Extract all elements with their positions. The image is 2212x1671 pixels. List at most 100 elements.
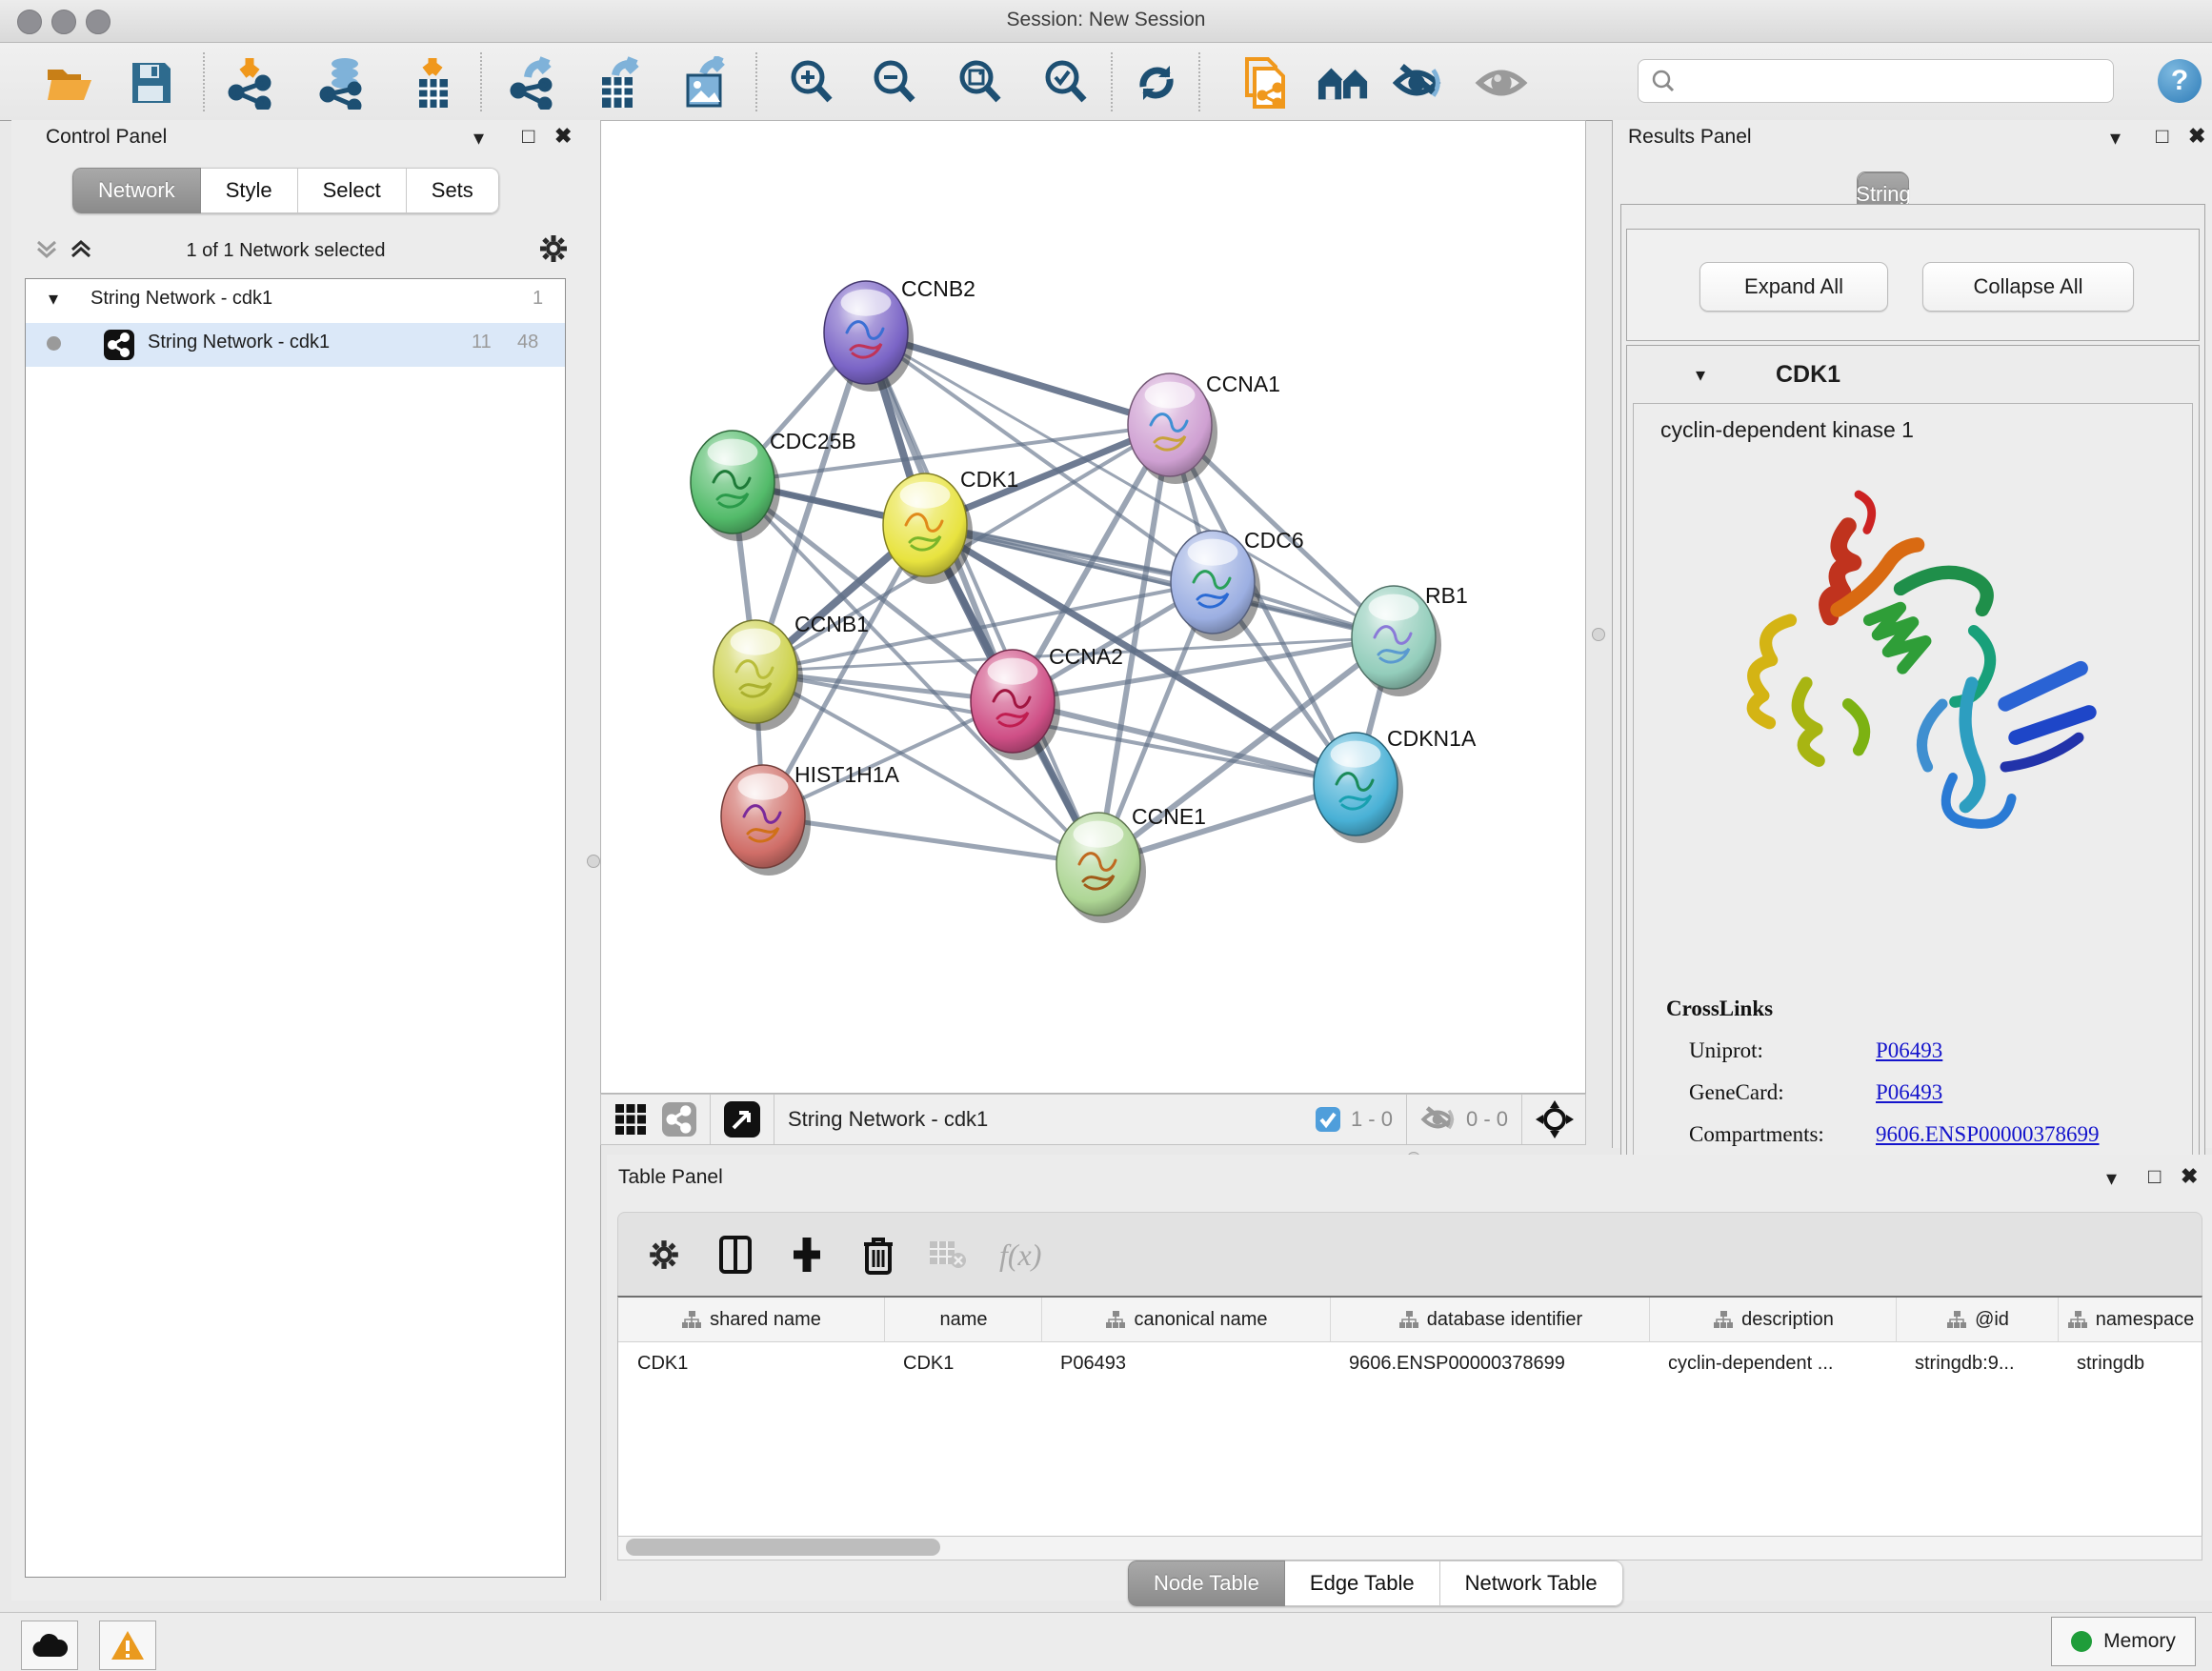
help-icon[interactable]: ? (2158, 59, 2202, 103)
save-session-icon[interactable] (124, 56, 177, 110)
hidden-eye-slash-icon[interactable] (1420, 1104, 1458, 1135)
collection-disclosure-icon[interactable]: ▾ (49, 287, 58, 311)
node-CCNB2[interactable]: CCNB2 (824, 276, 975, 392)
scrollbar-thumb[interactable] (626, 1539, 940, 1556)
show-all-icon[interactable] (1475, 56, 1528, 110)
table-cell[interactable]: stringdb:9... (1896, 1341, 2058, 1385)
network-graph[interactable]: CCNB2CCNA1CDC25BCDK1CDC6RB1CCNB1CCNA2CDK… (601, 121, 1585, 1093)
column-header-description[interactable]: description (1649, 1298, 1897, 1342)
open-session-icon[interactable] (44, 56, 97, 110)
add-column-icon[interactable] (790, 1236, 824, 1274)
edge-HIST1H1A-CCNE1[interactable] (763, 816, 1098, 864)
table-cell[interactable]: stringdb (2058, 1341, 2202, 1385)
tab-sets[interactable]: Sets (407, 168, 499, 213)
table-cell[interactable]: CDK1 (884, 1341, 1041, 1385)
column-header-namespace[interactable]: namespace (2058, 1298, 2202, 1342)
tab-network[interactable]: Network (72, 168, 201, 213)
node-CDC6[interactable]: CDC6 (1171, 528, 1304, 641)
node-label-CDC25B: CDC25B (770, 429, 856, 453)
delete-column-trash-icon[interactable] (862, 1235, 895, 1275)
panel-close-icon[interactable]: ✖ (2181, 1166, 2198, 1187)
node-label-RB1: RB1 (1425, 583, 1468, 608)
node-table[interactable]: shared namenamecanonical namedatabase id… (617, 1296, 2202, 1538)
crosslink-value-link[interactable]: P06493 (1876, 1080, 1942, 1105)
tab-style[interactable]: Style (201, 168, 298, 213)
delete-table-icon[interactable] (929, 1239, 967, 1270)
application-window: Session: New Session (0, 0, 2212, 1671)
network-options-gear-icon[interactable] (537, 232, 570, 265)
function-builder-button[interactable]: f(x) (999, 1238, 1041, 1273)
node-CCNE1[interactable]: CCNE1 (1056, 804, 1206, 923)
panel-float-icon[interactable]: □ (522, 126, 534, 147)
section-disclosure-icon[interactable]: ▾ (1696, 363, 1705, 387)
string-view-icon[interactable] (662, 1102, 696, 1137)
node-HIST1H1A[interactable]: HIST1H1A (721, 762, 900, 876)
search-input[interactable] (1677, 70, 2100, 93)
panel-collapse-icon[interactable]: ▾ (473, 128, 484, 149)
warning-status-button[interactable] (99, 1621, 156, 1670)
grid-view-icon[interactable] (614, 1103, 647, 1136)
memory-status-button[interactable]: Memory (2051, 1617, 2196, 1666)
node-RB1[interactable]: RB1 (1352, 583, 1468, 696)
export-image-icon[interactable] (678, 56, 732, 110)
column-header-database-identifier[interactable]: database identifier (1330, 1298, 1650, 1342)
export-table-icon[interactable] (593, 56, 646, 110)
zoom-in-icon[interactable] (785, 56, 838, 110)
tab-network-table[interactable]: Network Table (1440, 1560, 1623, 1606)
panel-close-icon[interactable]: ✖ (554, 126, 572, 147)
birds-eye-view-icon[interactable] (724, 1101, 760, 1137)
panel-collapse-icon[interactable]: ▾ (2106, 1168, 2117, 1189)
panel-close-icon[interactable]: ✖ (2188, 126, 2205, 147)
network-edge-count: 48 (517, 332, 538, 353)
fit-content-crosshair-icon[interactable] (1536, 1100, 1574, 1138)
refresh-icon[interactable] (1130, 56, 1183, 110)
panel-float-icon[interactable]: □ (2156, 126, 2168, 147)
table-cell[interactable]: 9606.ENSP00000378699 (1330, 1341, 1649, 1385)
hidden-counts: 0 - 0 (1466, 1107, 1508, 1132)
table-cell[interactable]: CDK1 (618, 1341, 884, 1385)
import-network-database-icon[interactable] (316, 56, 370, 110)
first-neighbors-icon[interactable] (1317, 56, 1370, 110)
vertical-splitter-handle[interactable] (1592, 628, 1605, 641)
network-row-selected[interactable]: String Network - cdk1 11 48 (26, 323, 565, 367)
crosslink-value-link[interactable]: 9606.ENSP00000378699 (1876, 1122, 2100, 1147)
table-cell[interactable]: cyclin-dependent ... (1649, 1341, 1896, 1385)
zoom-selected-icon[interactable] (1039, 56, 1093, 110)
column-header-shared-name[interactable]: shared name (618, 1298, 884, 1342)
panel-collapse-icon[interactable]: ▾ (2110, 128, 2121, 149)
expand-all-button[interactable]: Expand All (1699, 262, 1888, 312)
zoom-out-icon[interactable] (868, 56, 921, 110)
tab-node-table[interactable]: Node Table (1128, 1560, 1285, 1606)
selected-checkbox-icon[interactable] (1315, 1106, 1341, 1133)
import-network-icon[interactable] (225, 56, 278, 110)
node-CCNA2[interactable]: CCNA2 (971, 644, 1123, 760)
collapse-all-tree-icon[interactable] (32, 236, 61, 263)
table-settings-gear-icon[interactable] (647, 1238, 681, 1272)
network-collection-row[interactable]: ▾ String Network - cdk1 1 (26, 279, 565, 323)
expand-all-tree-icon[interactable] (67, 236, 95, 263)
show-columns-icon[interactable] (719, 1236, 752, 1274)
tab-edge-table[interactable]: Edge Table (1285, 1560, 1440, 1606)
node-CDKN1A[interactable]: CDKN1A (1314, 726, 1477, 843)
edge-CCNB2-CCNE1[interactable] (866, 332, 1098, 864)
export-network-icon[interactable] (507, 56, 560, 110)
new-network-from-selection-icon[interactable] (1238, 56, 1292, 110)
vertical-splitter-handle[interactable] (587, 855, 600, 868)
column-header-name[interactable]: name (884, 1298, 1042, 1342)
collapse-all-button[interactable]: Collapse All (1922, 262, 2134, 312)
node-CCNA1[interactable]: CCNA1 (1128, 372, 1280, 484)
table-cell[interactable]: P06493 (1041, 1341, 1330, 1385)
hierarchy-icon (1398, 1310, 1419, 1329)
zoom-fit-icon[interactable] (954, 56, 1007, 110)
toolbar-search[interactable] (1638, 59, 2114, 103)
table-horizontal-scrollbar[interactable] (617, 1536, 2202, 1560)
hide-selected-icon[interactable] (1393, 56, 1446, 110)
network-canvas[interactable]: CCNB2CCNA1CDC25BCDK1CDC6RB1CCNB1CCNA2CDK… (600, 120, 1586, 1094)
column-header--id[interactable]: @id (1896, 1298, 2059, 1342)
import-table-icon[interactable] (406, 56, 459, 110)
tab-select[interactable]: Select (298, 168, 407, 213)
cloud-status-button[interactable] (21, 1621, 78, 1670)
crosslink-value-link[interactable]: P06493 (1876, 1038, 1942, 1063)
column-header-canonical-name[interactable]: canonical name (1041, 1298, 1331, 1342)
panel-float-icon[interactable]: □ (2148, 1166, 2161, 1187)
